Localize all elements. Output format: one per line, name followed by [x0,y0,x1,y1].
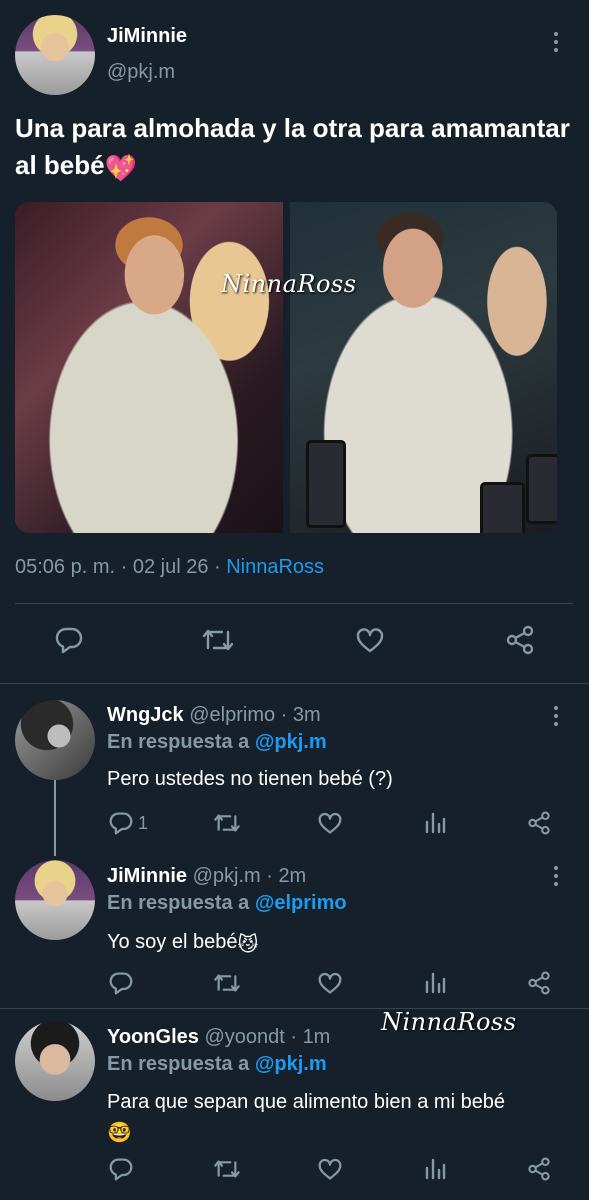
reply-avatar[interactable] [15,1021,95,1101]
replying-to-label: En respuesta a [107,1053,250,1075]
tweet-timestamp: 05:06 p. m. · 02 jul 26 · [15,556,227,578]
replying-to-handle[interactable]: @pkj.m [255,1053,327,1075]
author-avatar[interactable] [15,15,95,95]
reply-avatar[interactable] [15,700,95,780]
reply-handle[interactable]: @pkj.m · 2m [193,865,307,887]
phone-in-photo [526,454,557,524]
more-icon[interactable] [553,32,559,54]
nerd-face-emoji: 🤓 [107,1122,132,1144]
divider [15,603,573,604]
retweet-icon[interactable] [212,1157,242,1181]
tweet-meta: 05:06 p. m. · 02 jul 26 · NinnaRoss [15,556,324,579]
replying-to: En respuesta a @pkj.m [107,731,327,754]
reply-icon[interactable] [54,626,84,654]
cat-emoji: 😼 [237,934,259,956]
tweet-text: Una para almohada y la otra para amamant… [15,110,575,187]
analytics-icon[interactable] [424,1156,446,1180]
phone-in-photo [480,482,525,533]
replying-to-label: En respuesta a [107,892,250,914]
reply-text: Pero ustedes no tienen bebé (?) [107,768,393,790]
reply-handle[interactable]: @yoondt · 1m [204,1026,330,1048]
reply-icon[interactable] [108,1157,134,1181]
share-icon[interactable] [505,625,535,655]
share-icon[interactable] [527,810,551,836]
reply-header: JiMinnie @pkj.m · 2m [107,865,306,888]
more-icon[interactable] [553,706,559,728]
more-icon[interactable] [553,866,559,888]
reply-text-body: Yo soy el bebé [107,931,238,953]
screenshot-watermark: NinnaRoss [381,1008,517,1036]
reply-icon[interactable] [108,811,134,835]
reply-icon[interactable] [108,971,134,995]
reply-text: Para que sepan que alimento bien a mi be… [107,1088,567,1147]
like-icon[interactable] [355,626,385,654]
reply-text-body: Para que sepan que alimento bien a mi be… [107,1091,506,1113]
retweet-icon[interactable] [212,811,242,835]
replying-to-label: En respuesta a [107,731,250,753]
analytics-icon[interactable] [424,810,446,834]
reply-display-name[interactable]: WngJck [107,704,184,726]
share-icon[interactable] [527,970,551,996]
replying-to: En respuesta a @pkj.m [107,1053,327,1076]
reply-display-name[interactable]: JiMinnie [107,865,187,887]
like-icon[interactable] [317,971,343,995]
replying-to-handle[interactable]: @elprimo [255,892,347,914]
author-handle[interactable]: @pkj.m [107,61,175,84]
photo-watermark: NinnaRoss [221,270,357,298]
media-photo-1[interactable] [15,202,283,533]
thread-line [54,780,56,856]
media-photo-2[interactable] [290,202,557,533]
sparkling-heart-emoji: 💖 [104,153,137,183]
share-icon[interactable] [527,1156,551,1182]
reply-text: Yo soy el bebé😼 [107,928,567,959]
like-icon[interactable] [317,1157,343,1181]
tweet-media[interactable]: NinnaRoss [15,202,557,533]
retweet-icon[interactable] [200,626,236,654]
reply-count: 1 [138,813,149,833]
divider [0,683,589,684]
reply-display-name[interactable]: YoonGles [107,1026,199,1048]
retweet-icon[interactable] [212,971,242,995]
phone-in-photo [306,440,346,528]
like-icon[interactable] [317,811,343,835]
reply-handle[interactable]: @elprimo · 3m [189,704,320,726]
replying-to-handle[interactable]: @pkj.m [255,731,327,753]
reply-avatar[interactable] [15,860,95,940]
tweet-source-link[interactable]: NinnaRoss [226,556,324,578]
replying-to: En respuesta a @elprimo [107,892,347,915]
tweet-text-body: Una para almohada y la otra para amamant… [15,113,570,180]
analytics-icon[interactable] [424,970,446,994]
author-display-name[interactable]: JiMinnie [107,25,187,48]
reply-header: YoonGles @yoondt · 1m [107,1026,330,1049]
reply-header: WngJck @elprimo · 3m [107,704,321,727]
